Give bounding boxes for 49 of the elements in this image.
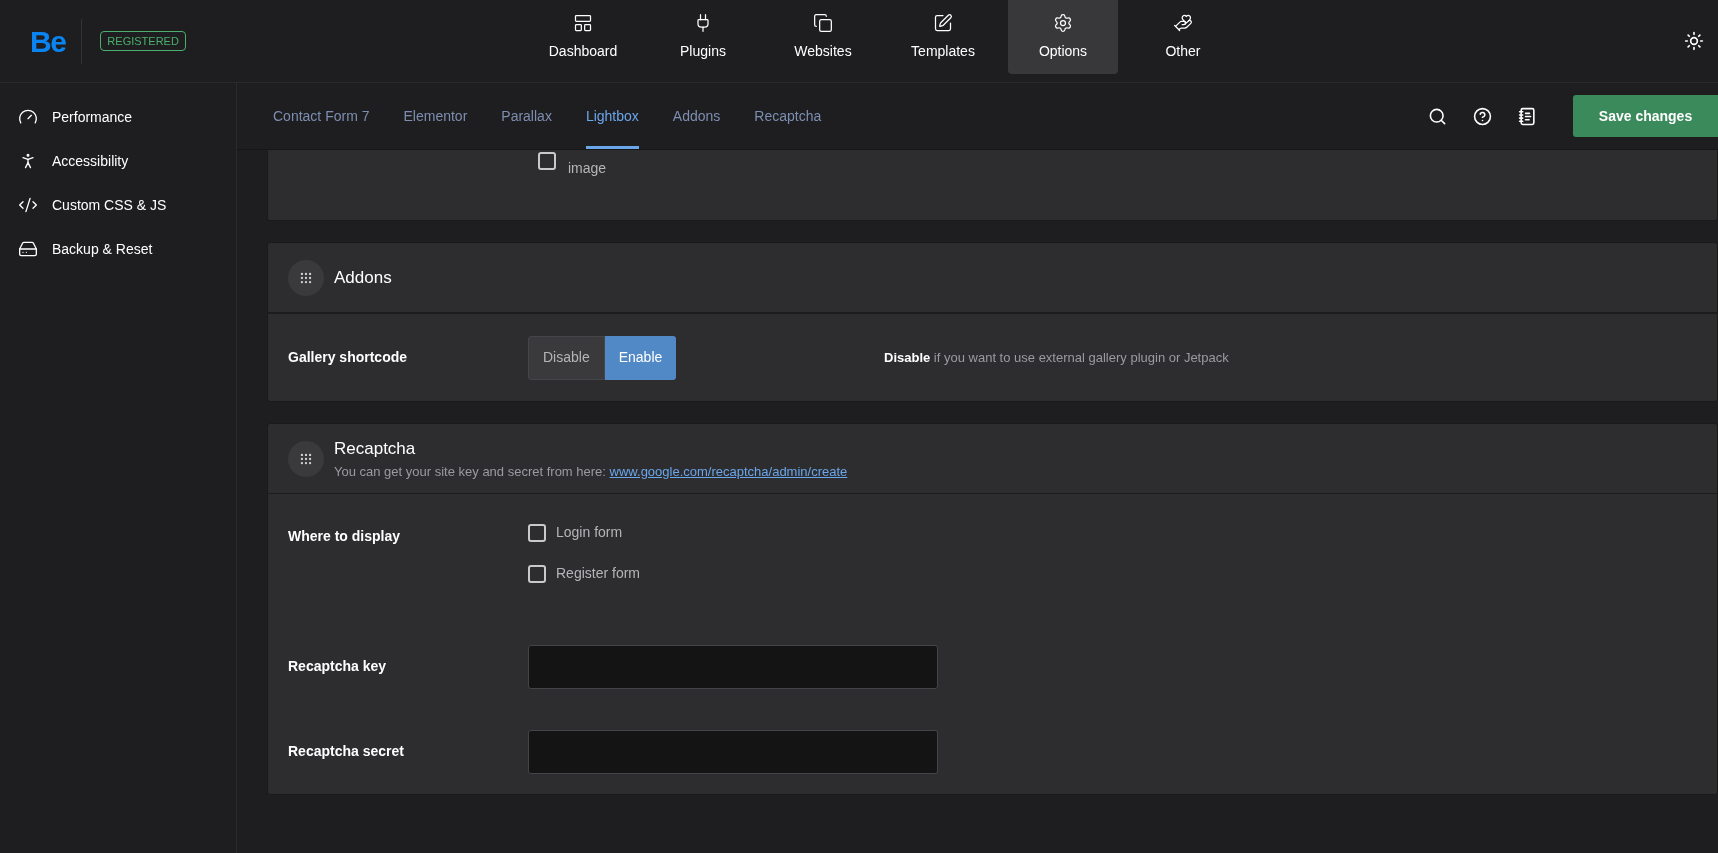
field-label: Recaptcha key bbox=[288, 657, 388, 676]
nav-tab[interactable]: Plugins bbox=[648, 0, 758, 74]
logo[interactable]: Be bbox=[30, 18, 83, 64]
copy-icon bbox=[813, 12, 833, 33]
sidebar-item[interactable]: Performance bbox=[0, 95, 236, 139]
nav-tab[interactable]: Templates bbox=[888, 0, 998, 74]
sub-tab[interactable]: Contact Form 7 bbox=[273, 83, 370, 149]
checkbox-label: image bbox=[568, 159, 607, 178]
field-label: Where to display bbox=[288, 527, 402, 546]
search-icon[interactable] bbox=[1428, 106, 1447, 126]
nav-tab[interactable]: Dashboard bbox=[528, 0, 638, 74]
text-field[interactable] bbox=[528, 644, 938, 689]
code-icon bbox=[18, 195, 38, 215]
pen-square-icon bbox=[933, 12, 953, 33]
field-description: Disable if you want to use external gallery plugin or Jetpack bbox=[884, 348, 1229, 367]
save-button[interactable]: Save changes bbox=[1573, 95, 1718, 137]
checkbox[interactable] bbox=[528, 523, 546, 542]
sub-tab[interactable]: Elementor bbox=[403, 83, 468, 149]
nav-tab[interactable]: Websites bbox=[768, 0, 878, 74]
sidebar-item[interactable]: Backup & Reset bbox=[0, 227, 236, 271]
nav-tab[interactable]: Other bbox=[1128, 0, 1238, 74]
field-label: Gallery shortcode bbox=[288, 348, 409, 367]
checkbox[interactable] bbox=[538, 152, 556, 170]
recaptcha-link[interactable]: www.google.com/recaptcha/admin/create bbox=[609, 463, 848, 479]
sub-tab[interactable]: Addons bbox=[672, 83, 721, 149]
checkbox-label: Register form bbox=[556, 564, 641, 583]
drag-handle-icon[interactable] bbox=[288, 440, 324, 477]
field-label: Recaptcha secret bbox=[288, 742, 405, 761]
toggle-option[interactable]: Disable bbox=[528, 335, 605, 380]
sub-tab[interactable]: Recaptcha bbox=[754, 83, 822, 149]
drag-handle-icon[interactable] bbox=[288, 259, 324, 296]
sub-tab[interactable]: Parallax bbox=[501, 83, 552, 149]
section-title: Recaptcha bbox=[334, 438, 417, 460]
layout-icon bbox=[573, 12, 593, 33]
section-subtitle: You can get your site key and secret from here: www.google.com/recaptcha/admin/create bbox=[334, 462, 848, 481]
sidebar-item[interactable]: Custom CSS & JS bbox=[0, 183, 236, 227]
registered-badge: REGISTERED bbox=[100, 30, 186, 52]
gear-icon bbox=[1053, 12, 1073, 33]
notes-icon[interactable] bbox=[1518, 106, 1537, 126]
text-field[interactable] bbox=[528, 729, 938, 774]
checkbox[interactable] bbox=[528, 564, 546, 583]
checkbox-label: Login form bbox=[556, 523, 623, 542]
section-title: Addons bbox=[334, 266, 392, 289]
drive-icon bbox=[18, 239, 38, 259]
sidebar-item[interactable]: Accessibility bbox=[0, 139, 236, 183]
theme-toggle-icon[interactable] bbox=[1684, 31, 1704, 51]
help-icon[interactable] bbox=[1473, 106, 1492, 126]
toggle-option[interactable]: Enable bbox=[604, 335, 677, 380]
nav-tab[interactable]: Options bbox=[1008, 0, 1118, 74]
